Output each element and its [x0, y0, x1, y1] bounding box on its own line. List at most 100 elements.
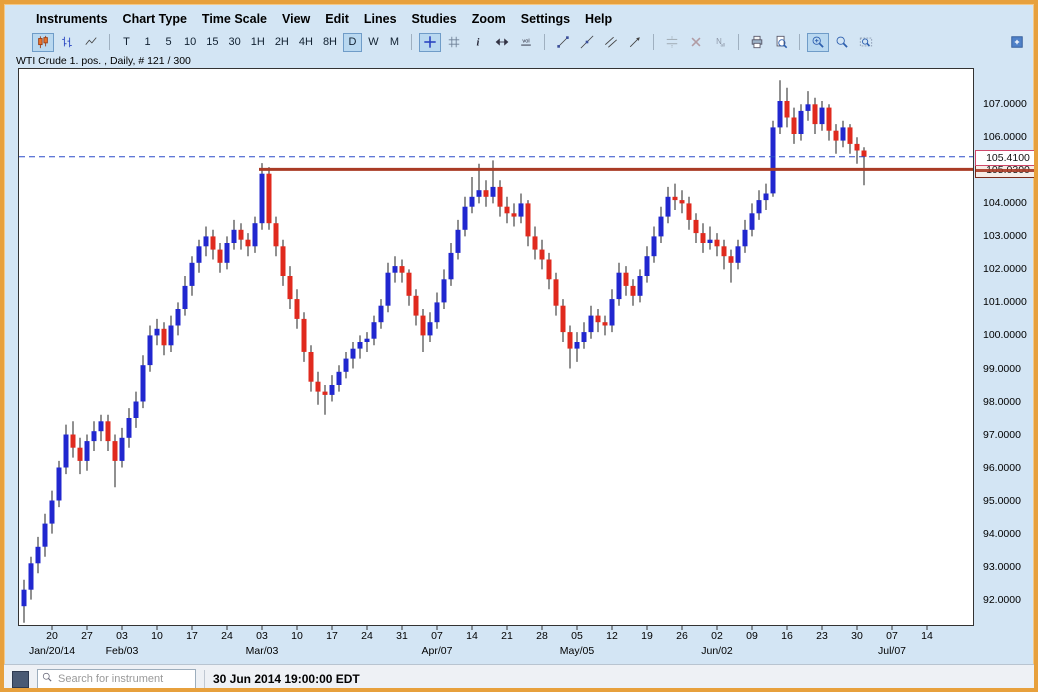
timeframe-4h-button[interactable]: 4H: [295, 33, 317, 52]
zoom-in-button[interactable]: [807, 33, 829, 52]
side-panel-button[interactable]: [1006, 32, 1028, 51]
timeframe-1h-button[interactable]: 1H: [247, 33, 269, 52]
menu-settings[interactable]: Settings: [521, 12, 570, 26]
zoom-region-button[interactable]: [855, 33, 877, 52]
price-chart[interactable]: [18, 68, 976, 634]
timeframe-1-button[interactable]: 1: [138, 33, 157, 52]
timeframe-t-button[interactable]: T: [117, 33, 136, 52]
menu-chart-type[interactable]: Chart Type: [123, 12, 187, 26]
panel-icon: [1010, 35, 1024, 49]
parallel-shift-button: [661, 33, 683, 52]
menu-edit[interactable]: Edit: [325, 12, 349, 26]
x-month-label: May/05: [560, 645, 594, 657]
toolbar-separator: [544, 34, 545, 50]
magnifier-button[interactable]: [831, 33, 853, 52]
timeframe-10-button[interactable]: 10: [180, 33, 200, 52]
y-axis-label: 103.0000: [983, 230, 1027, 242]
ray-tool-button[interactable]: [624, 33, 646, 52]
toolbar-separator: [411, 34, 412, 50]
y-axis-label: 99.0000: [983, 363, 1021, 375]
menu-studies[interactable]: Studies: [412, 12, 457, 26]
x-tick-label: 19: [641, 630, 653, 642]
x-tick-label: 24: [361, 630, 373, 642]
timeframe-d-button[interactable]: D: [343, 33, 362, 52]
extended-line-tool-button[interactable]: [576, 33, 598, 52]
zoom-region-icon: [859, 35, 873, 49]
print-preview-icon: [774, 35, 788, 49]
timeframe-30-button[interactable]: 30: [225, 33, 245, 52]
statusbar-separator: [204, 670, 205, 688]
delete-drawing-button: [685, 33, 707, 52]
toolbar-separator: [109, 34, 110, 50]
x-tick-label: 28: [536, 630, 548, 642]
trendline-icon: [556, 35, 570, 49]
x-tick-label: 21: [501, 630, 513, 642]
trendline-tool-button[interactable]: [552, 33, 574, 52]
menu-zoom[interactable]: Zoom: [472, 12, 506, 26]
svg-text:i: i: [477, 38, 480, 49]
x-tick-label: 05: [571, 630, 583, 642]
chart-timestamp: 30 Jun 2014 19:00:00 EDT: [213, 672, 360, 686]
crosshair-button[interactable]: [419, 33, 441, 52]
y-axis-label: 96.0000: [983, 462, 1021, 474]
menu-time-scale[interactable]: Time Scale: [202, 12, 267, 26]
menu-view[interactable]: View: [282, 12, 310, 26]
candlestick-chart-button[interactable]: [32, 33, 54, 52]
x-tick-label: 12: [606, 630, 618, 642]
parallel-lines-tool-button[interactable]: [600, 33, 622, 52]
delete-all-drawings-button: Nall: [709, 33, 731, 52]
time-axis[interactable]: 20Jan/20/142703Feb/0310172403Mar/0310172…: [18, 626, 974, 664]
info-icon: i: [471, 35, 485, 49]
current-price-label: 105.4100: [975, 150, 1038, 166]
ohlc-bars-button[interactable]: [56, 33, 78, 52]
line-chart-icon: [84, 35, 98, 49]
delete-all-icon: Nall: [713, 35, 727, 49]
volume-toggle-button[interactable]: vol: [515, 33, 537, 52]
grid-toggle-button[interactable]: [443, 33, 465, 52]
x-tick-label: 16: [781, 630, 793, 642]
search-icon: [41, 670, 53, 688]
info-button[interactable]: i: [467, 33, 489, 52]
x-month-label: Jul/07: [878, 645, 906, 657]
horizontal-scale-button[interactable]: [491, 33, 513, 52]
x-tick-label: 14: [921, 630, 933, 642]
printer-icon: [750, 35, 764, 49]
timeframe-15-button[interactable]: 15: [202, 33, 222, 52]
x-tick-label: 09: [746, 630, 758, 642]
y-axis-label: 98.0000: [983, 396, 1021, 408]
x-month-label: Apr/07: [422, 645, 453, 657]
line-chart-button[interactable]: [80, 33, 102, 52]
parallel-lines-icon: [604, 35, 618, 49]
search-input[interactable]: [56, 672, 186, 686]
x-month-label: Jan/20/14: [29, 645, 75, 657]
y-axis-label: 100.0000: [983, 329, 1027, 341]
y-axis-label: 93.0000: [983, 561, 1021, 573]
timeframe-w-button[interactable]: W: [364, 33, 383, 52]
y-axis-label: 101.0000: [983, 296, 1027, 308]
instrument-search[interactable]: [37, 669, 196, 689]
grid-icon: [447, 35, 461, 49]
toolbar-separator: [799, 34, 800, 50]
x-tick-label: 03: [256, 630, 268, 642]
x-tick-label: 20: [46, 630, 58, 642]
y-axis-label: 104.0000: [983, 197, 1027, 209]
y-axis-label: 102.0000: [983, 263, 1027, 275]
chart-title: WTI Crude 1. pos. , Daily, # 121 / 300: [16, 55, 1034, 68]
menu-help[interactable]: Help: [585, 12, 612, 26]
y-axis-label: 95.0000: [983, 495, 1021, 507]
toolbar-separator: [738, 34, 739, 50]
timeframe-8h-button[interactable]: 8H: [319, 33, 341, 52]
timeframe-m-button[interactable]: M: [385, 33, 404, 52]
print-preview-button[interactable]: [770, 33, 792, 52]
menu-lines[interactable]: Lines: [364, 12, 397, 26]
x-tick-label: 24: [221, 630, 233, 642]
timeframe-5-button[interactable]: 5: [159, 33, 178, 52]
menu-instruments[interactable]: Instruments: [36, 12, 108, 26]
extended-line-icon: [580, 35, 594, 49]
print-button[interactable]: [746, 33, 768, 52]
timeframe-2h-button[interactable]: 2H: [271, 33, 293, 52]
workspace-color-swatch[interactable]: [12, 671, 29, 688]
chart-area[interactable]: 107.0000106.0000105.0000104.0000103.0000…: [18, 68, 1034, 664]
y-axis-label: 106.0000: [983, 131, 1027, 143]
horizontal-expand-icon: [495, 35, 509, 49]
